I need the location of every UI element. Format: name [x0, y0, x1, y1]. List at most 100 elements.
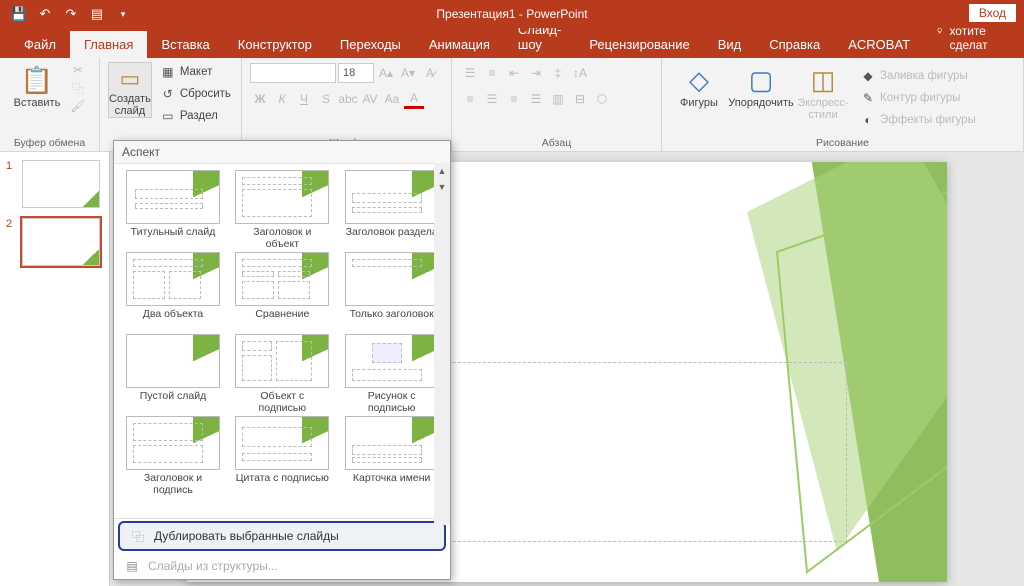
paste-label: Вставить [14, 97, 61, 109]
line-spacing-icon[interactable]: ‡ [548, 63, 568, 83]
tab-help[interactable]: Справка [755, 31, 834, 58]
increase-indent-icon[interactable]: ⇥ [526, 63, 546, 83]
reset-button[interactable]: ↺ Сбросить [156, 84, 235, 104]
tab-review[interactable]: Рецензирование [575, 31, 703, 58]
align-center-icon[interactable]: ☰ [482, 89, 502, 109]
layout-title-caption[interactable]: Заголовок и подпись [124, 416, 222, 496]
tab-home[interactable]: Главная [70, 31, 147, 58]
qat-customize-icon[interactable]: ▾ [112, 3, 134, 25]
align-text-icon[interactable]: ⊟ [570, 89, 590, 109]
title-bar: 💾 ↶ ↷ ▤ ▾ Презентация1 - PowerPoint Вход [0, 0, 1024, 28]
quick-styles-button: ◫ Экспресс-стили [794, 62, 852, 121]
justify-icon[interactable]: ☰ [526, 89, 546, 109]
group-paragraph-label: Абзац [460, 135, 653, 149]
new-slide-button[interactable]: ▭ Создать слайд [108, 62, 152, 118]
align-left-icon[interactable]: ≡ [460, 89, 480, 109]
shapes-button[interactable]: ◇ Фигуры [670, 62, 728, 109]
decrease-indent-icon[interactable]: ⇤ [504, 63, 524, 83]
shadow-icon[interactable]: S [316, 89, 336, 109]
effects-icon: ◐ [860, 112, 876, 128]
reset-label: Сбросить [180, 88, 231, 100]
new-slide-layout-gallery: Аспект Титульный слайд Заголовок и объек… [113, 140, 451, 580]
layout-picture-caption[interactable]: Рисунок с подписью [343, 334, 441, 414]
tab-design[interactable]: Конструктор [224, 31, 326, 58]
slides-from-outline-command[interactable]: ▤ Слайды из структуры... [114, 553, 450, 579]
tab-view[interactable]: Вид [704, 31, 756, 58]
layout-title-slide[interactable]: Титульный слайд [124, 170, 222, 250]
outline-label: Слайды из структуры... [148, 559, 278, 573]
thumb-number: 1 [6, 160, 16, 208]
char-spacing-icon[interactable]: AV [360, 89, 380, 109]
fill-icon: ◆ [860, 68, 876, 84]
layout-title-only[interactable]: Только заголовок [343, 252, 441, 332]
clear-formatting-icon[interactable]: A̷ [420, 63, 440, 83]
outline-icon: ✎ [860, 90, 876, 106]
section-label: Раздел [180, 110, 218, 122]
columns-icon[interactable]: ▥ [548, 89, 568, 109]
save-icon[interactable]: 💾 [8, 3, 30, 25]
bullets-icon[interactable]: ☰ [460, 63, 480, 83]
tab-animations[interactable]: Анимация [415, 31, 504, 58]
italic-icon[interactable]: К [272, 89, 292, 109]
group-font: A▴ A▾ A̷ Ж К Ч S abc AV Aa A Шрифт [242, 58, 452, 151]
reset-icon: ↺ [160, 86, 176, 102]
gallery-scrollbar[interactable]: ▲ ▼ [434, 163, 450, 525]
grow-font-icon[interactable]: A▴ [376, 63, 396, 83]
slide-thumbnail-panel: 1 2 [0, 152, 110, 586]
font-color-icon[interactable]: A [404, 89, 424, 109]
group-paragraph: ☰ ≡ ⇤ ⇥ ‡ ↕A ≡ ☰ ≡ ☰ ▥ ⊟ ⬡ Абзац [452, 58, 662, 151]
numbering-icon[interactable]: ≡ [482, 63, 502, 83]
scroll-up-icon[interactable]: ▲ [434, 163, 450, 179]
outline-label: Контур фигуры [880, 92, 960, 104]
layout-comparison[interactable]: Сравнение [233, 252, 331, 332]
underline-icon[interactable]: Ч [294, 89, 314, 109]
text-direction-icon[interactable]: ↕A [570, 63, 590, 83]
shape-outline-button: ✎ Контур фигуры [856, 88, 980, 108]
paste-button[interactable]: 📋 Вставить [8, 62, 66, 109]
duplicate-slides-command[interactable]: ⿻ Дублировать выбранные слайды [118, 521, 446, 551]
fill-label: Заливка фигуры [880, 70, 968, 82]
shapes-icon: ◇ [689, 66, 709, 95]
shapes-label: Фигуры [680, 97, 718, 109]
font-size-combo[interactable] [338, 63, 374, 83]
undo-icon[interactable]: ↶ [34, 3, 56, 25]
layout-button[interactable]: ▦Макет [156, 62, 235, 82]
app-name: - PowerPoint [516, 7, 588, 21]
align-right-icon[interactable]: ≡ [504, 89, 524, 109]
shrink-font-icon[interactable]: A▾ [398, 63, 418, 83]
layout-two-content[interactable]: Два объекта [124, 252, 222, 332]
smartart-icon[interactable]: ⬡ [592, 89, 612, 109]
change-case-icon[interactable]: Aa [382, 89, 402, 109]
tab-insert[interactable]: Вставка [147, 31, 223, 58]
layout-name-card[interactable]: Карточка имени [343, 416, 441, 496]
effects-label: Эффекты фигуры [880, 114, 976, 126]
sign-in-button[interactable]: Вход [969, 4, 1016, 22]
shape-effects-button: ◐ Эффекты фигуры [856, 110, 980, 130]
tab-acrobat[interactable]: ACROBAT [834, 31, 924, 58]
redo-icon[interactable]: ↷ [60, 3, 82, 25]
layout-content-caption[interactable]: Объект с подписью [233, 334, 331, 414]
scroll-down-icon[interactable]: ▼ [434, 179, 450, 195]
group-clipboard: 📋 Вставить ✂ ⿻ 🖌 Буфер обмена [0, 58, 100, 151]
thumbnail-1[interactable]: 1 [6, 160, 103, 208]
layout-quote-caption[interactable]: Цитата с подписью [233, 416, 331, 496]
thumb-number: 2 [6, 218, 16, 266]
start-from-beginning-icon[interactable]: ▤ [86, 3, 108, 25]
tab-transitions[interactable]: Переходы [326, 31, 415, 58]
tab-file[interactable]: Файл [10, 31, 70, 58]
section-button[interactable]: ▭Раздел [156, 106, 235, 126]
document-title: Презентация1 - PowerPoint [436, 7, 587, 21]
layout-title-content[interactable]: Заголовок и объект [233, 170, 331, 250]
gallery-footer: ⿻ Дублировать выбранные слайды ▤ Слайды … [114, 518, 450, 579]
thumbnail-2[interactable]: 2 [6, 218, 103, 266]
ribbon-tabs: Файл Главная Вставка Конструктор Переход… [0, 28, 1024, 58]
bold-icon[interactable]: Ж [250, 89, 270, 109]
layout-section-header[interactable]: Заголовок раздела [343, 170, 441, 250]
layout-blank[interactable]: Пустой слайд [124, 334, 222, 414]
arrange-button[interactable]: ▢ Упорядочить [732, 62, 790, 109]
layout-icon: ▦ [160, 64, 176, 80]
gallery-grid: Титульный слайд Заголовок и объект Загол… [114, 164, 450, 518]
font-family-combo[interactable] [250, 63, 336, 83]
format-painter-icon: 🖌 [70, 98, 86, 114]
strikethrough-icon[interactable]: abc [338, 89, 358, 109]
